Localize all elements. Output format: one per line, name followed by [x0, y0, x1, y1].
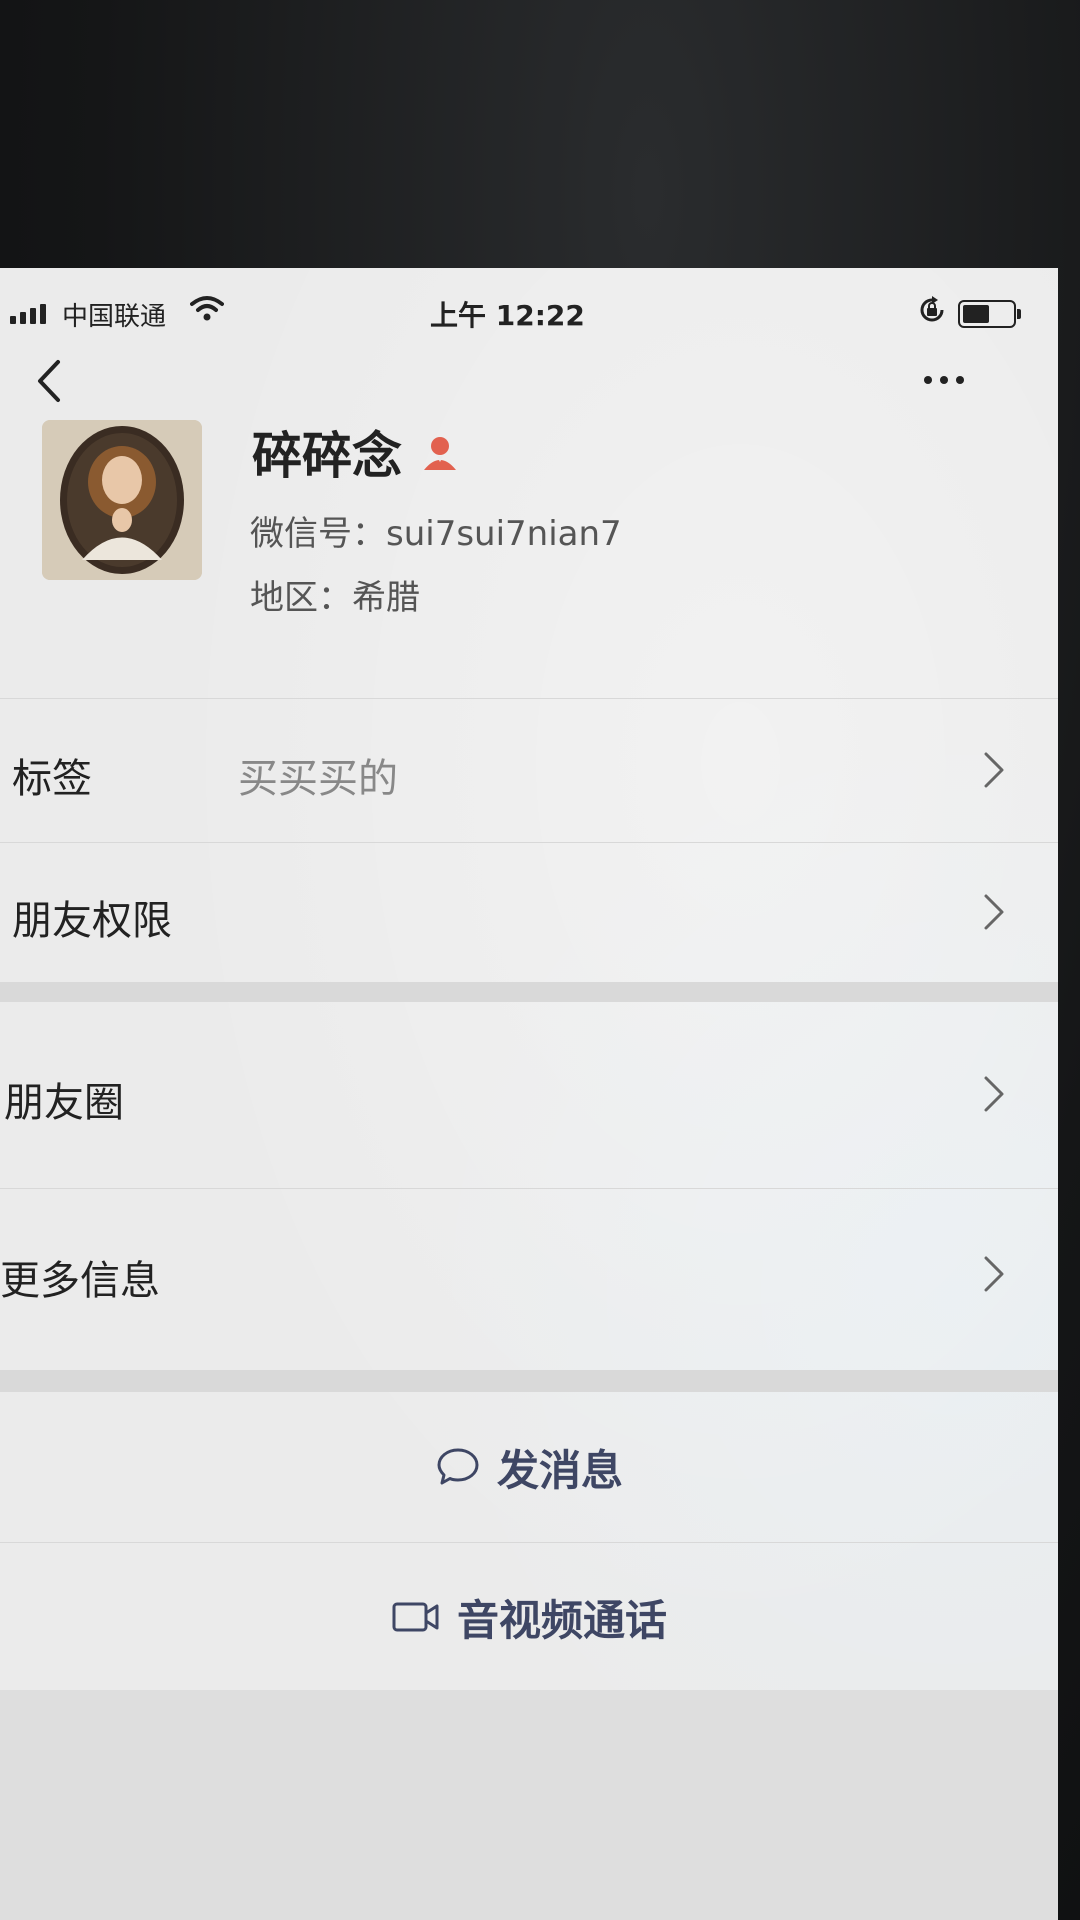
voice-video-call-label: 音视频通话: [456, 1595, 667, 1645]
status-bar: 中国联通 上午 12:22: [0, 268, 1058, 332]
profile-header: 碎碎念 微信号：sui7sui7nian7 地区：希腊: [0, 420, 1058, 620]
moments-row[interactable]: 朋友圈: [0, 1002, 1058, 1188]
voice-video-call-button[interactable]: 音视频通话: [0, 1542, 1058, 1692]
signal-icon: [10, 304, 46, 324]
tags-row[interactable]: 标签 买买买的: [0, 698, 1058, 842]
battery-icon: [958, 300, 1021, 328]
video-camera-icon: [392, 1602, 439, 1632]
avatar[interactable]: [42, 420, 202, 580]
ellipsis-icon: [924, 376, 932, 384]
chevron-right-icon: [984, 1076, 1004, 1112]
more-options-button[interactable]: [924, 360, 984, 400]
send-message-label: 发消息: [496, 1445, 623, 1495]
name-row: 碎碎念: [252, 416, 460, 488]
tags-label: 标签: [12, 756, 92, 802]
wechat-id: 微信号：sui7sui7nian7: [250, 514, 622, 554]
back-button[interactable]: [30, 356, 70, 406]
carrier-name: 中国联通: [62, 302, 167, 332]
wifi-icon: [190, 296, 224, 321]
contact-name: 碎碎念: [252, 427, 402, 485]
more-info-row[interactable]: 更多信息: [0, 1188, 1058, 1350]
contact-person-icon: [424, 437, 456, 470]
rotation-lock-icon: [920, 296, 944, 322]
tags-value: 买买买的: [238, 756, 398, 802]
chevron-right-icon: [984, 752, 1004, 788]
chevron-left-icon: [38, 360, 60, 402]
friend-permissions-row[interactable]: 朋友权限: [0, 842, 1058, 982]
send-message-button[interactable]: 发消息: [0, 1392, 1058, 1542]
status-time: 上午 12:22: [430, 299, 585, 332]
section-gap: [0, 982, 1058, 1002]
section-gap: [0, 1370, 1058, 1392]
more-info-label: 更多信息: [0, 1258, 160, 1304]
chevron-right-icon: [984, 894, 1004, 930]
nav-bar: [0, 330, 1058, 420]
friend-permissions-label: 朋友权限: [12, 898, 172, 944]
region: 地区：希腊: [250, 578, 420, 618]
bottom-area: [0, 1690, 1058, 1920]
profile-screen: 中国联通 上午 12:22 碎碎念 微信号：sui7sui7nian7 地区：希…: [0, 268, 1058, 1920]
moments-label: 朋友圈: [4, 1080, 124, 1126]
chat-bubble-icon: [437, 1448, 479, 1485]
chevron-right-icon: [984, 1256, 1004, 1292]
avatar-image: [42, 420, 202, 580]
